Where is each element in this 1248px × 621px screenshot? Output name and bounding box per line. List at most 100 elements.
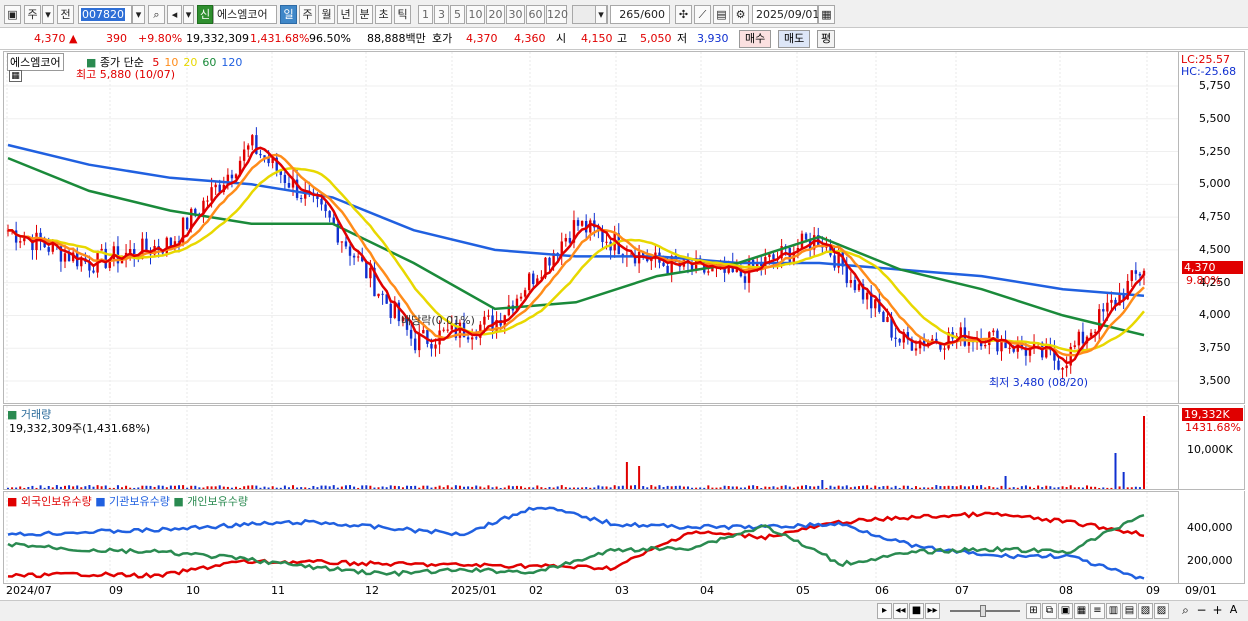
plus-icon[interactable]: + <box>1210 603 1225 619</box>
interval-dropdown-icon[interactable]: ▾ <box>595 5 607 24</box>
period-5-button[interactable]: 초 <box>375 5 392 24</box>
draw-tool-icon[interactable]: ⟋ <box>694 5 711 24</box>
prev-button[interactable]: 전 <box>57 5 74 24</box>
speaker-dropdown-icon[interactable]: ▾ <box>183 5 194 24</box>
calendar-icon[interactable]: ▦ <box>818 5 835 24</box>
interval-20-button[interactable]: 20 <box>486 5 505 24</box>
candle-body <box>1081 331 1085 344</box>
candle-body <box>564 238 568 242</box>
quote-bar: 4,370 ▲ 390 +9.80% 19,332,309 1,431.68% … <box>0 28 1248 50</box>
text-icon[interactable]: ▤ <box>1122 603 1137 619</box>
search-icon[interactable]: ⌕ <box>148 5 165 24</box>
interval-10-button[interactable]: 10 <box>466 5 485 24</box>
volume-bar <box>845 485 848 489</box>
volume-bar <box>914 486 917 489</box>
save-icon[interactable]: ▤ <box>713 5 730 24</box>
volume-bar <box>552 487 555 489</box>
bar-count-field[interactable]: 265/600 <box>610 5 670 24</box>
font-icon[interactable]: A <box>1226 603 1241 619</box>
export-icon[interactable]: ▧ <box>1138 603 1153 619</box>
table-icon[interactable]: ▦ <box>9 70 22 82</box>
chart-icon[interactable]: ▥ <box>1106 603 1121 619</box>
volume-bar <box>471 486 474 489</box>
volume-chart[interactable] <box>4 406 1179 490</box>
volume-bar <box>475 485 478 489</box>
volume-bar <box>287 487 290 489</box>
volume-bar <box>450 487 453 489</box>
play-icon[interactable]: ▸ <box>877 603 892 619</box>
candle-body <box>344 241 348 247</box>
interval-60-button[interactable]: 60 <box>526 5 545 24</box>
rewind-icon[interactable]: ◂◂ <box>893 603 908 619</box>
volume-bar <box>369 485 372 489</box>
volume-bar <box>629 485 632 489</box>
interval-30-button[interactable]: 30 <box>506 5 525 24</box>
volume-bar <box>556 486 559 489</box>
price-chart[interactable] <box>4 52 1179 404</box>
candle-body <box>576 220 580 226</box>
print-icon[interactable]: ▨ <box>1154 603 1169 619</box>
candle-body <box>389 303 392 318</box>
volume-bar <box>47 485 50 489</box>
period-6-button[interactable]: 틱 <box>394 5 411 24</box>
interval-3-button[interactable]: 3 <box>434 5 449 24</box>
candle-body <box>259 153 262 156</box>
volume-bar <box>577 487 580 489</box>
period-0-button[interactable]: 일 <box>280 5 297 24</box>
zoom-icon[interactable]: ⌕ <box>1178 603 1193 619</box>
sell-button[interactable]: 매도 <box>778 30 811 48</box>
minus-icon[interactable]: − <box>1194 603 1209 619</box>
interval-1-button[interactable]: 1 <box>418 5 433 24</box>
date-field[interactable]: 2025/09/01 <box>752 5 819 24</box>
x-tick: 06 <box>875 584 889 597</box>
gear-icon[interactable]: ⚙ <box>732 5 749 24</box>
candle-body <box>475 337 478 339</box>
volume-bar <box>919 487 922 489</box>
x-tick: 09/01 <box>1185 584 1217 597</box>
volume-bar <box>503 487 506 489</box>
candle-body <box>768 254 771 258</box>
period-1-button[interactable]: 주 <box>299 5 316 24</box>
volume-bar <box>149 485 152 489</box>
window-icon[interactable]: ⧉ <box>1042 603 1057 619</box>
layout-icon[interactable]: ▣ <box>4 5 21 24</box>
candle-body <box>804 233 808 240</box>
grid-icon[interactable]: ▦ <box>1074 603 1089 619</box>
period-3-button[interactable]: 년 <box>337 5 354 24</box>
volume-bar <box>678 485 681 489</box>
period-4-button[interactable]: 분 <box>356 5 373 24</box>
speaker-icon[interactable]: ◂ <box>167 5 182 24</box>
candle-body <box>320 198 323 205</box>
interval-120-button[interactable]: 120 <box>546 5 568 24</box>
capture-icon[interactable]: ▣ <box>1058 603 1073 619</box>
volume-bar <box>1143 416 1145 489</box>
volume-bar <box>609 487 612 489</box>
chevron-down-icon[interactable]: ▾ <box>42 5 54 24</box>
buy-button[interactable]: 매수 <box>739 30 772 48</box>
volume-bar <box>634 485 637 489</box>
volume-bar <box>165 487 168 489</box>
volume-bar <box>817 485 820 489</box>
forward-icon[interactable]: ▸▸ <box>925 603 940 619</box>
zoom-slider-thumb[interactable] <box>980 605 986 617</box>
volume-bar <box>874 485 877 489</box>
stock-code-input[interactable]: 007820 <box>78 5 132 24</box>
volume-bar <box>275 487 278 489</box>
volume-bar <box>1118 486 1121 489</box>
volume-bar <box>996 487 999 489</box>
candle-body <box>324 204 327 212</box>
volume-bar <box>1020 486 1023 489</box>
stop-icon[interactable]: ■ <box>909 603 924 619</box>
period-2-button[interactable]: 월 <box>318 5 335 24</box>
x-tick: 11 <box>271 584 285 597</box>
market-select[interactable]: 주 <box>24 5 41 24</box>
compare-icon[interactable]: ⊞ <box>1026 603 1041 619</box>
crosshair-icon[interactable]: ✣ <box>675 5 692 24</box>
code-dropdown-icon[interactable]: ▾ <box>132 5 145 24</box>
interval-5-button[interactable]: 5 <box>450 5 465 24</box>
average-button[interactable]: 평 <box>817 30 836 48</box>
list-icon[interactable]: ≡ <box>1090 603 1105 619</box>
foreign-legend-text: 외국인보유수량 <box>20 495 92 508</box>
ma-120-label: 120 <box>221 56 243 69</box>
candle-body <box>984 345 987 347</box>
